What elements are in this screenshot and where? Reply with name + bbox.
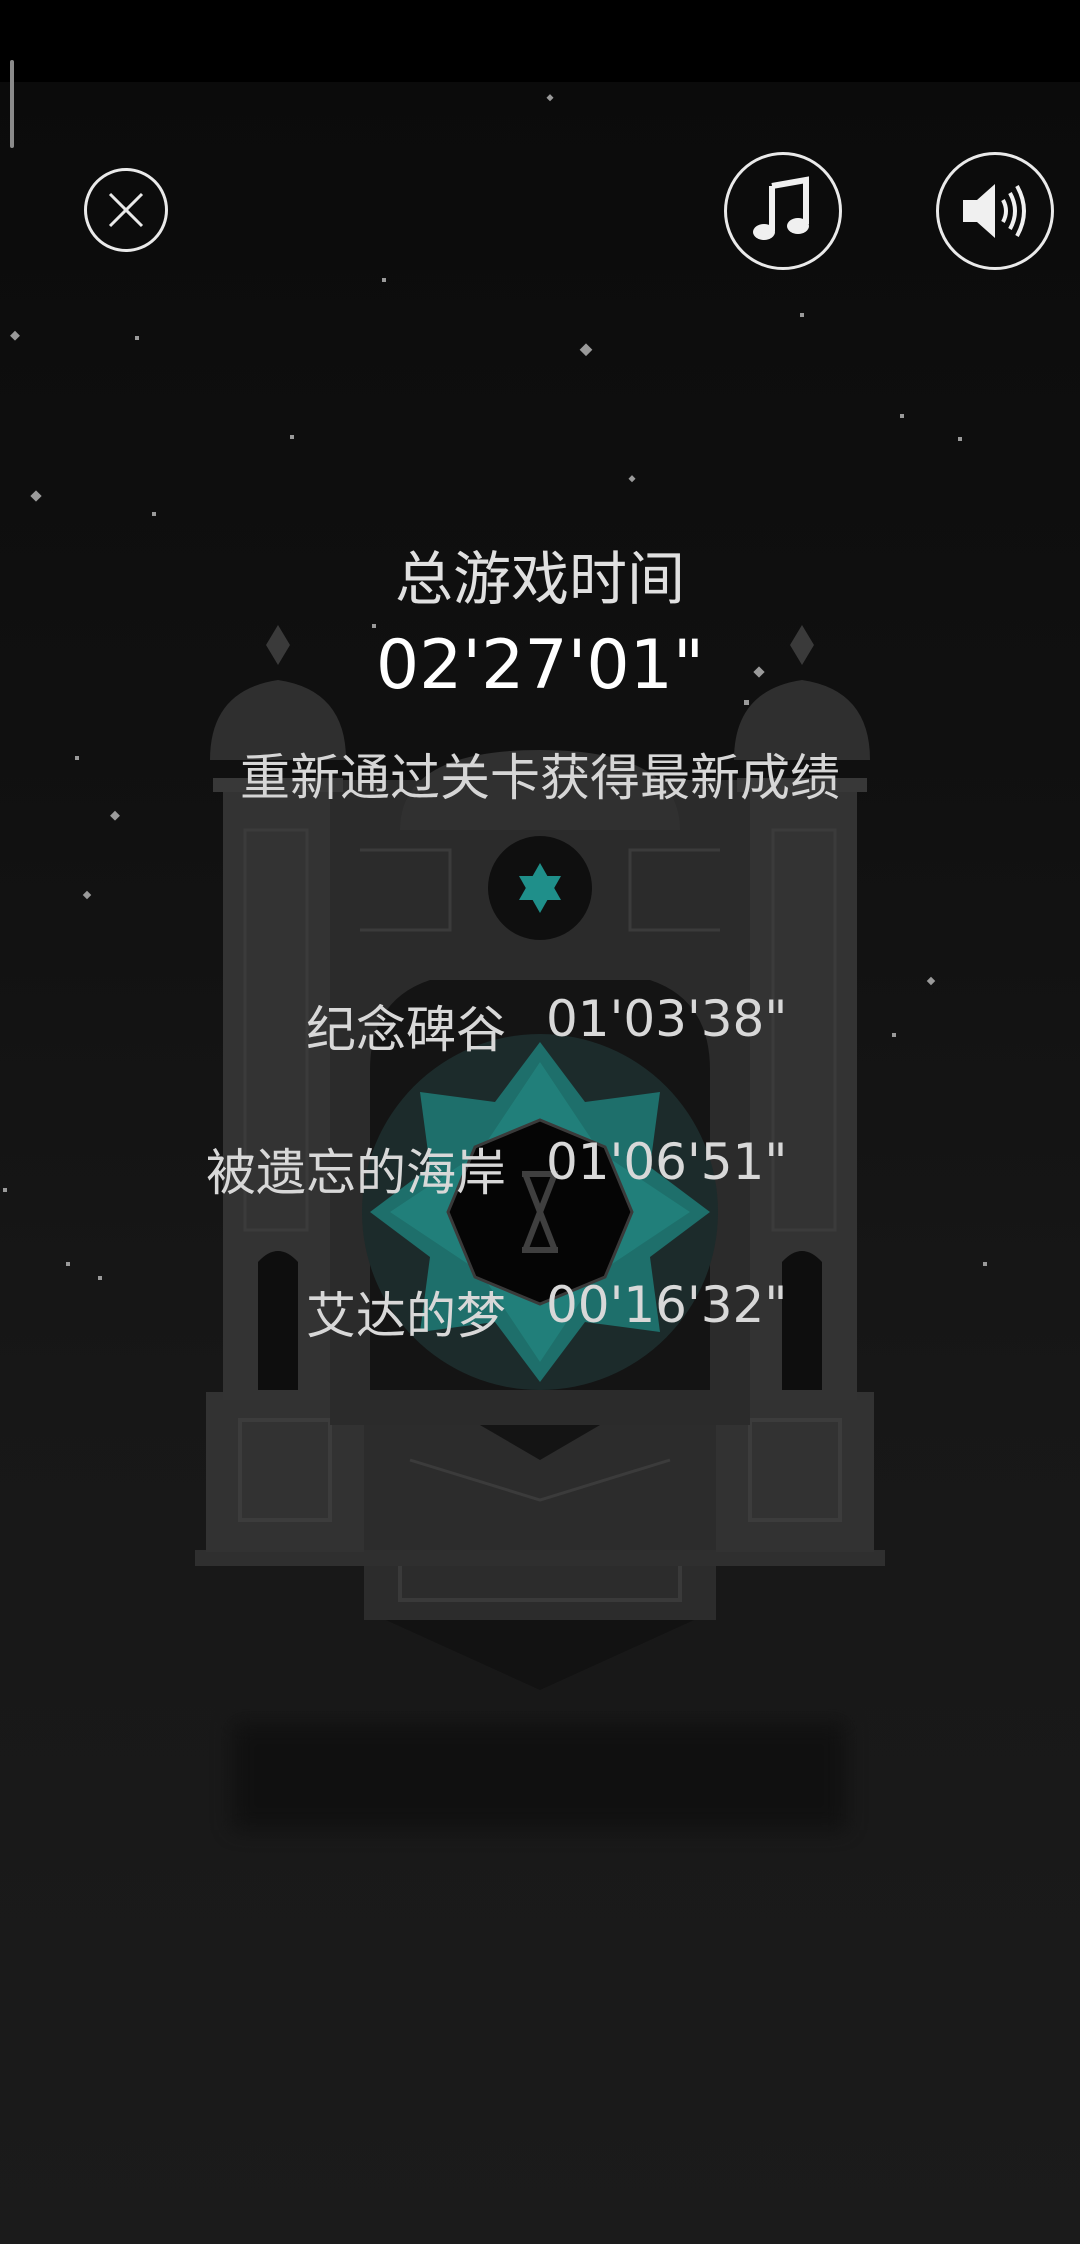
close-button[interactable]: [84, 168, 168, 252]
replay-hint: 重新通过关卡获得最新成绩: [240, 749, 840, 807]
level-time: 01'03'38": [546, 990, 788, 1048]
level-time: 00'16'32": [546, 1276, 788, 1334]
scroll-indicator: [10, 60, 14, 148]
monument-temple: [195, 625, 885, 1690]
shadow-strip: [232, 1722, 846, 1830]
level-time: 01'06'51": [546, 1133, 788, 1191]
level-name: 被遗忘的海岸: [206, 1144, 506, 1202]
music-note-icon: [753, 176, 809, 240]
level-name: 纪念碑谷: [306, 1001, 506, 1059]
total-time-label: 总游戏时间: [394, 545, 685, 613]
close-icon: [108, 192, 144, 228]
music-button[interactable]: [724, 152, 842, 270]
speaker-volume-icon: [963, 184, 1026, 238]
total-time-value: 02'27'01": [375, 626, 705, 705]
sound-button[interactable]: [936, 152, 1054, 270]
level-name: 艾达的梦: [306, 1287, 506, 1345]
